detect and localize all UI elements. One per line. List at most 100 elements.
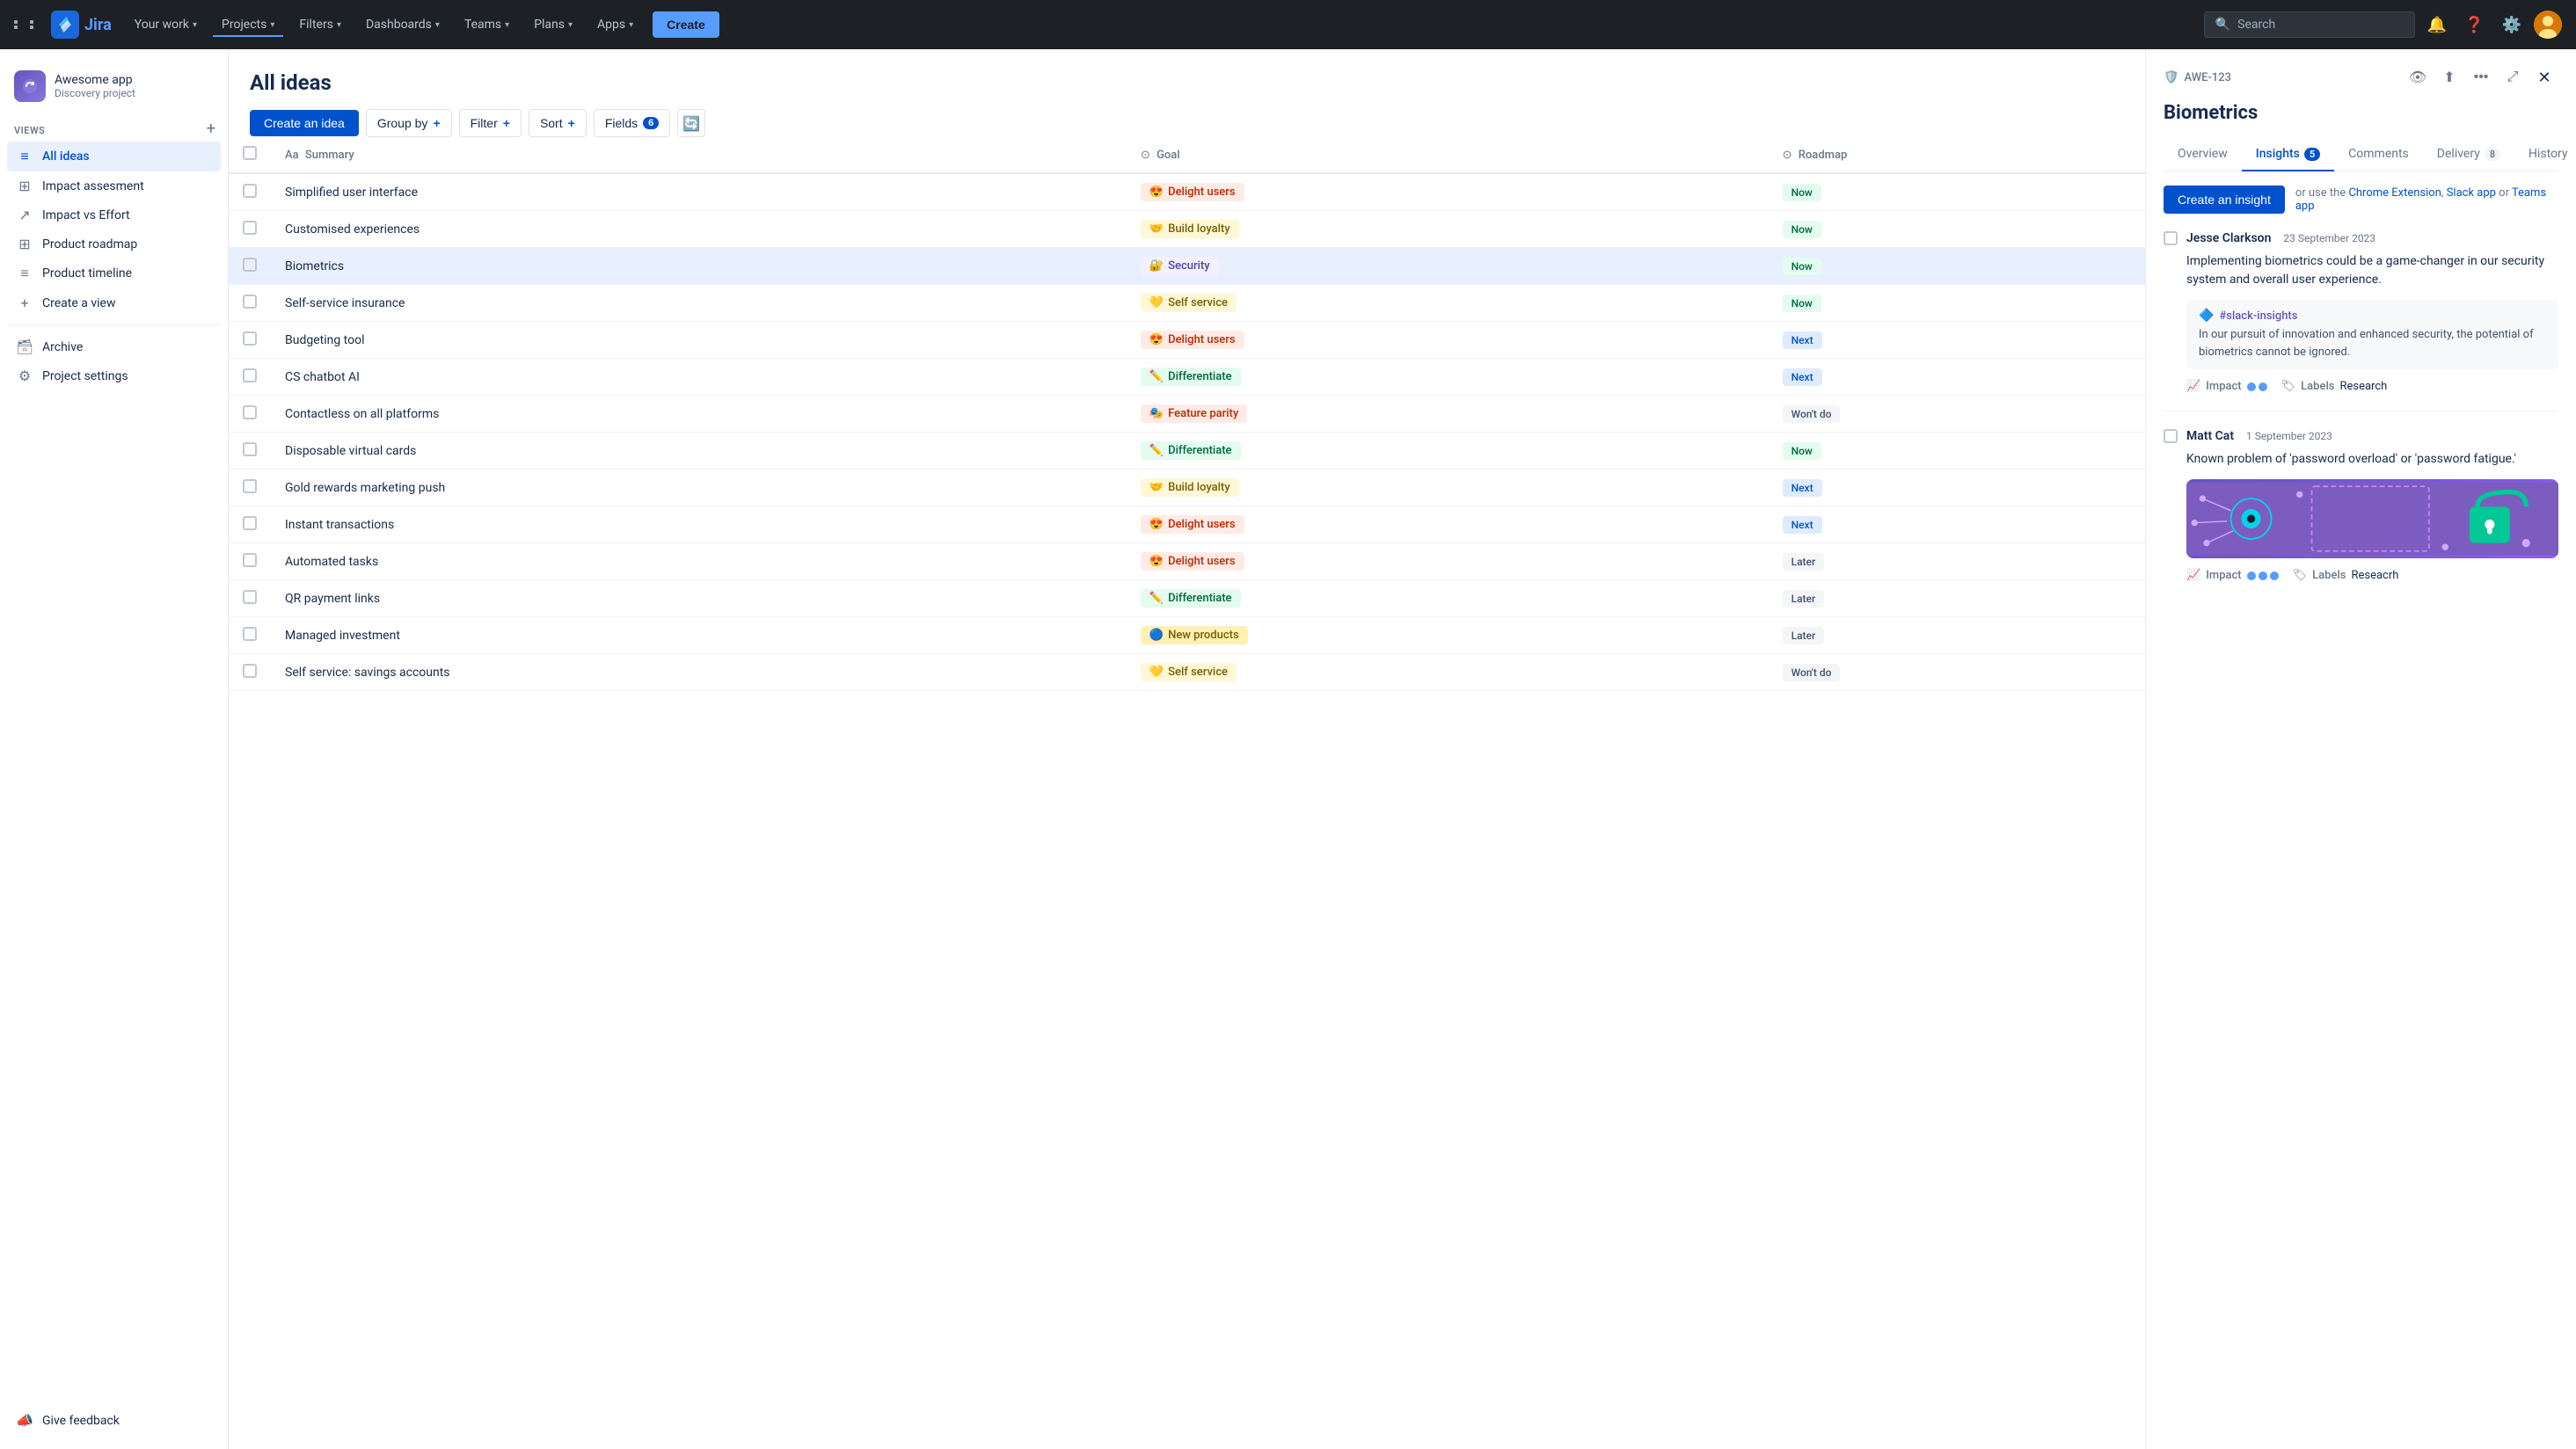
row-checkbox[interactable] xyxy=(243,479,257,493)
share-button[interactable]: ⬆ xyxy=(2435,63,2463,91)
table-row[interactable]: Budgeting tool 😍 Delight users Next xyxy=(229,322,2145,359)
filter-button[interactable]: Filter + xyxy=(459,109,522,137)
sort-button[interactable]: Sort + xyxy=(529,109,587,137)
insight-checkbox[interactable] xyxy=(2164,231,2178,245)
expand-button[interactable]: ⤢ xyxy=(2499,63,2527,91)
row-goal-cell: 🤝 Build loyalty xyxy=(1127,470,1769,506)
row-checkbox[interactable] xyxy=(243,331,257,346)
sidebar-item-label: Impact assesment xyxy=(42,179,144,193)
row-checkbox[interactable] xyxy=(243,553,257,567)
row-checkbox[interactable] xyxy=(243,627,257,641)
sidebar-item-all-ideas[interactable]: ≡ All ideas xyxy=(7,142,221,171)
tab-overview[interactable]: Overview xyxy=(2164,138,2242,171)
sidebar-item-impact-vs-effort[interactable]: ↗ Impact vs Effort xyxy=(7,200,221,229)
tab-comments[interactable]: Comments xyxy=(2334,138,2423,171)
create-button[interactable]: Create xyxy=(653,11,719,38)
sort-label: Sort xyxy=(540,116,563,130)
more-options-button[interactable]: ••• xyxy=(2467,63,2495,91)
project-header[interactable]: Awesome app Discovery project xyxy=(7,63,221,116)
row-checkbox[interactable] xyxy=(243,590,257,604)
row-checkbox[interactable] xyxy=(243,664,257,678)
roadmap-badge: Won't do xyxy=(1783,664,1841,681)
sidebar-item-create-view[interactable]: + Create a view xyxy=(7,288,221,317)
sidebar-item-label: All ideas xyxy=(42,149,90,164)
table-row[interactable]: QR payment links ✏️ Differentiate Later xyxy=(229,580,2145,617)
labels-label: Labels xyxy=(2312,569,2346,582)
close-button[interactable]: ✕ xyxy=(2530,63,2558,91)
tab-history[interactable]: History xyxy=(2514,138,2576,171)
row-checkbox[interactable] xyxy=(243,258,257,272)
sidebar-item-project-settings[interactable]: ⚙ Project settings xyxy=(7,361,221,390)
goal-text: Security xyxy=(1168,259,1209,273)
group-by-button[interactable]: Group by + xyxy=(366,109,452,137)
help-icon[interactable]: ❓ xyxy=(2459,11,2489,40)
jira-logo-text: Jira xyxy=(84,16,112,34)
table-body: Simplified user interface 😍 Delight user… xyxy=(229,173,2145,691)
nav-your-work[interactable]: Your work ▾ xyxy=(126,12,206,37)
insight-meta: 📈 Impact 🏷 Labels Reseacrh xyxy=(2164,569,2558,582)
row-checkbox[interactable] xyxy=(243,368,257,382)
sidebar-item-impact-assessment[interactable]: ⊞ Impact assesment xyxy=(7,171,221,200)
sidebar-item-product-timeline[interactable]: ≡ Product timeline xyxy=(7,258,221,288)
tab-insights[interactable]: Insights 5 xyxy=(2242,138,2334,171)
nav-apps[interactable]: Apps ▾ xyxy=(588,12,642,37)
insight-checkbox[interactable] xyxy=(2164,429,2178,443)
row-summary-cell: CS chatbot AI xyxy=(271,359,1127,396)
slack-app-link[interactable]: Slack app xyxy=(2447,186,2496,200)
nav-plans[interactable]: Plans ▾ xyxy=(525,12,581,37)
row-goal-cell: 💛 Self service xyxy=(1127,654,1769,691)
watch-button[interactable]: 👁 xyxy=(2404,63,2432,91)
goal-text: Differentiate xyxy=(1168,370,1231,383)
nav-projects[interactable]: Projects ▾ xyxy=(213,12,283,37)
table-row[interactable]: Customised experiences 🤝 Build loyalty N… xyxy=(229,211,2145,248)
table-row[interactable]: CS chatbot AI ✏️ Differentiate Next xyxy=(229,359,2145,396)
select-all-checkbox[interactable] xyxy=(243,146,257,160)
row-checkbox[interactable] xyxy=(243,221,257,235)
table-row[interactable]: Self service: savings accounts 💛 Self se… xyxy=(229,654,2145,691)
roadmap-badge: Now xyxy=(1783,221,1821,238)
add-view-icon[interactable]: + xyxy=(201,118,221,140)
notifications-icon[interactable]: 🔔 xyxy=(2422,11,2452,40)
tab-delivery[interactable]: Delivery 8 xyxy=(2423,138,2514,171)
table-row[interactable]: Disposable virtual cards ✏️ Differentiat… xyxy=(229,433,2145,470)
row-checkbox[interactable] xyxy=(243,516,257,530)
plus-icon: + xyxy=(433,116,440,130)
goal-text: Build loyalty xyxy=(1168,481,1230,494)
row-checkbox[interactable] xyxy=(243,442,257,456)
table-row[interactable]: Biometrics 🔐 Security Now xyxy=(229,248,2145,285)
sidebar-item-archive[interactable]: 🗃 Archive xyxy=(7,332,221,361)
create-idea-button[interactable]: Create an idea xyxy=(250,110,359,136)
sidebar-item-give-feedback[interactable]: 📣 Give feedback xyxy=(7,1406,221,1435)
table-row[interactable]: Managed investment 🔵 New products Later xyxy=(229,617,2145,654)
nav-dashboards[interactable]: Dashboards ▾ xyxy=(357,12,449,37)
table-row[interactable]: Instant transactions 😍 Delight users Nex… xyxy=(229,506,2145,543)
table-row[interactable]: Gold rewards marketing push 🤝 Build loya… xyxy=(229,470,2145,506)
table-row[interactable]: Contactless on all platforms 🎭 Feature p… xyxy=(229,396,2145,433)
tag-icon: 🏷 xyxy=(2293,569,2308,582)
row-checkbox[interactable] xyxy=(243,405,257,419)
row-roadmap-cell: Now xyxy=(1769,173,2145,211)
settings-icon[interactable]: ⚙️ xyxy=(2497,11,2527,40)
top-navigation: Jira Your work ▾ Projects ▾ Filters ▾ Da… xyxy=(0,0,2576,49)
apps-grid-icon[interactable] xyxy=(14,20,44,29)
table-row[interactable]: Simplified user interface 😍 Delight user… xyxy=(229,173,2145,211)
insight-author-row: Matt Cat 1 September 2023 xyxy=(2164,429,2558,443)
nav-teams[interactable]: Teams ▾ xyxy=(456,12,518,37)
user-avatar[interactable] xyxy=(2534,11,2562,39)
table-row[interactable]: Automated tasks 😍 Delight users Later xyxy=(229,543,2145,580)
table-row[interactable]: Self-service insurance 💛 Self service No… xyxy=(229,285,2145,322)
chrome-ext-link[interactable]: Chrome Extension xyxy=(2348,186,2441,200)
create-insight-button[interactable]: Create an insight xyxy=(2164,186,2285,214)
sidebar: Awesome app Discovery project VIEWS + ≡ … xyxy=(0,49,229,1449)
nav-filters[interactable]: Filters ▾ xyxy=(290,12,350,37)
fields-button[interactable]: Fields 6 xyxy=(594,109,670,137)
impact-dot xyxy=(2259,572,2267,580)
jira-logo[interactable]: Jira xyxy=(51,11,112,39)
sidebar-item-product-roadmap[interactable]: ⊞ Product roadmap xyxy=(7,229,221,258)
sync-button[interactable]: 🔄 xyxy=(677,109,705,137)
page-title: All ideas xyxy=(250,70,2124,95)
row-checkbox[interactable] xyxy=(243,295,257,309)
row-checkbox[interactable] xyxy=(243,184,257,198)
search-box[interactable]: 🔍 Search xyxy=(2204,11,2415,38)
goal-text: Feature parity xyxy=(1168,407,1238,420)
